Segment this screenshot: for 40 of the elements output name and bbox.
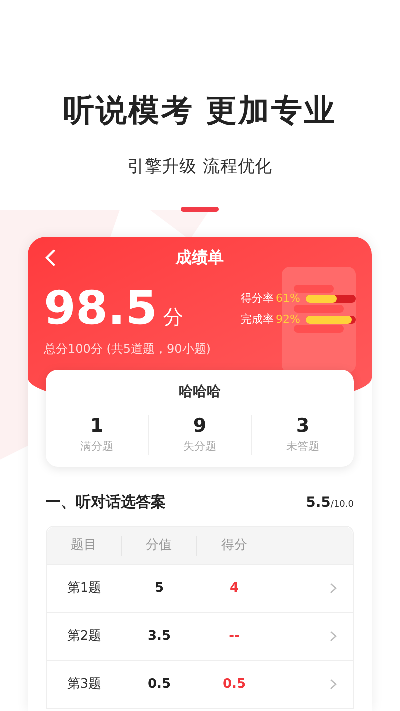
rate-label: 完成率 (241, 312, 274, 328)
column-header: 得分 (220, 537, 248, 555)
score-unit: 分 (164, 304, 184, 331)
section-title: 一、听对话选答案 (46, 492, 166, 514)
stat-label: 失分题 (184, 438, 216, 455)
column-header: 题目 (47, 536, 122, 556)
value-cell-text: 0.5 (146, 676, 172, 694)
rate-value: 92% (276, 312, 302, 328)
value-cell-text: 3.5 (146, 628, 172, 646)
stat-value: 9 (193, 415, 207, 439)
question-cell-text: 第3题 (66, 676, 103, 694)
score-cell-text: 0.5 (222, 676, 248, 694)
question-cell-text: 第1题 (66, 580, 103, 598)
chevron-icon (330, 583, 337, 594)
accent-bar (181, 207, 219, 212)
column-header: 分值 (122, 536, 197, 556)
rate-value: 61% (276, 291, 302, 307)
stat-value: 3 (296, 415, 310, 439)
question-cell-text: 第2题 (66, 628, 103, 646)
score-summary: 总分100分 (共5道题，90小题) (44, 341, 212, 358)
section-total: /10.0 (330, 499, 354, 512)
stat-value: 1 (90, 415, 104, 439)
back-icon (44, 249, 56, 267)
value-cell-text: 5 (154, 580, 166, 598)
table-row[interactable]: 第1题 5 4 (47, 564, 353, 612)
score-cell-text: -- (228, 628, 241, 646)
chevron-icon (330, 631, 337, 642)
headline: 听说模考 更加专业 (64, 92, 336, 131)
score-cell-text: 4 (228, 580, 240, 598)
section-score: 5.5 (306, 494, 331, 514)
rate-label: 得分率 (241, 291, 274, 307)
subtitle: 引擎升级 流程优化 (127, 156, 273, 178)
stat-label: 未答题 (286, 438, 320, 455)
total-score: 98.5 (44, 285, 158, 331)
chevron-icon (330, 679, 337, 690)
student-name: 哈哈哈 (178, 383, 222, 402)
stat-label: 满分题 (80, 438, 114, 455)
table-row[interactable]: 第2题 3.5 -- (47, 612, 353, 660)
table-row[interactable]: 第3题 0.5 0.5 (47, 660, 353, 708)
page-title: 成绩单 (174, 247, 225, 269)
